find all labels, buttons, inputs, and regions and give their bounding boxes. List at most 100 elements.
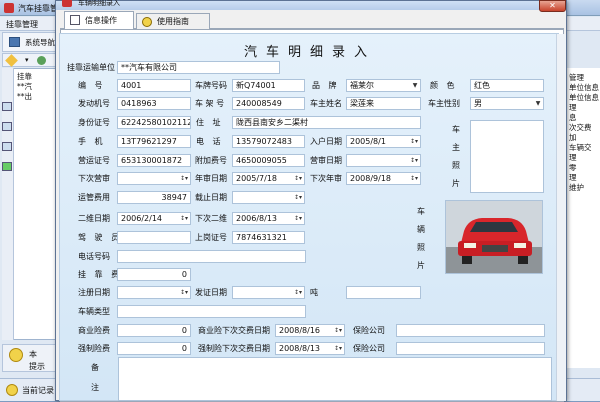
vertical-scrollbar[interactable] — [556, 34, 566, 401]
company-field[interactable]: **汽车有限公司 — [117, 61, 280, 74]
ins-company2-label: 保险公司 — [353, 344, 385, 353]
review-date-picker[interactable]: ↕▾ — [346, 154, 421, 167]
phone-field[interactable]: 13579072483 — [232, 135, 305, 148]
reg-date-picker[interactable]: ↕▾ — [117, 286, 191, 299]
tip-label: 提示 — [29, 362, 45, 371]
compulsory-ins-field[interactable]: 0 — [117, 342, 191, 355]
date-spin-icon[interactable]: ↕▾ — [286, 173, 304, 184]
owner-name-field[interactable]: 梁莲来 — [346, 97, 421, 110]
chevron-down-icon[interactable]: ▼ — [410, 80, 420, 91]
tab-info-operation[interactable]: 信息操作 — [64, 11, 134, 30]
date-spin-icon[interactable]: ↕▾ — [402, 173, 420, 184]
entry-date-picker[interactable]: 2005/8/1 ↕▾ — [346, 135, 421, 148]
color-field[interactable]: 红色 — [470, 79, 544, 92]
date-spin-icon[interactable]: ↕▾ — [172, 213, 190, 224]
vehicle-type-field[interactable] — [117, 305, 306, 318]
list-icon[interactable] — [2, 142, 12, 151]
next-maint-picker[interactable]: 2006/8/13 ↕▾ — [232, 212, 305, 225]
menu-item-manage[interactable]: 挂靠管理 — [6, 19, 38, 30]
car-photo-icon — [446, 201, 542, 273]
driver-field[interactable] — [117, 231, 191, 244]
commercial-next-picker[interactable]: 2008/8/16 ↕▾ — [275, 324, 345, 337]
mobile-label: 手 机 — [78, 137, 106, 146]
license-field[interactable]: 653130001872 — [117, 154, 191, 167]
carry-date-picker[interactable]: ↕▾ — [232, 191, 305, 204]
gender-value: 男 — [474, 99, 482, 108]
compulsory-next-label: 强制险下次交费日期 — [198, 344, 270, 353]
date-spin-icon[interactable]: ↕▾ — [326, 343, 344, 354]
tip-panel: 本 提示 — [2, 344, 58, 372]
chevron-down-icon[interactable]: ▼ — [533, 98, 543, 109]
sheet-icon[interactable] — [2, 162, 12, 171]
commercial-next-value: 2008/8/16 — [279, 326, 321, 335]
commercial-ins-field[interactable]: 0 — [117, 324, 191, 337]
remark-label: 备注 — [91, 363, 99, 392]
owner-photo[interactable] — [470, 120, 544, 193]
engine-field[interactable]: 0418963 — [117, 97, 191, 110]
ins-company2-field[interactable] — [396, 342, 545, 355]
color-label: 颜 色 — [430, 81, 458, 90]
background-window-title: 汽车挂靠管 — [18, 4, 58, 13]
tab-label: 信息操作 — [85, 16, 117, 25]
ins-company1-field[interactable] — [396, 324, 545, 337]
status-bulb-icon — [6, 384, 18, 396]
owner-photo-label: 车主照片 — [452, 125, 460, 188]
next-annual-label: 下次年审 — [310, 174, 342, 183]
date-spin-icon[interactable]: ↕▾ — [172, 287, 190, 298]
tip-extra-text: 本 — [29, 350, 37, 359]
date-spin-icon[interactable]: ↕▾ — [402, 155, 420, 166]
brand-select[interactable]: 福莱尔 ▼ — [346, 79, 421, 92]
carry-date-label: 载止日期 — [195, 193, 227, 202]
cert-date-label: 发证日期 — [195, 288, 227, 297]
owner-name-label: 车主姓名 — [310, 99, 342, 108]
date-spin-icon[interactable]: ↕▾ — [172, 173, 190, 184]
list-item[interactable]: 维护 — [569, 182, 584, 193]
tab-user-guide[interactable]: 使用指南 — [136, 13, 210, 30]
table-icon[interactable] — [2, 102, 12, 111]
vehicle-type-label: 车辆类型 — [78, 307, 110, 316]
dialog-title: 车辆明细录入 — [78, 0, 120, 7]
maint-date-picker[interactable]: 2006/2/14 ↕▾ — [117, 212, 191, 225]
frame-field[interactable]: 240008549 — [232, 97, 305, 110]
company-label: 挂靠运输单位 — [67, 63, 115, 72]
date-spin-icon[interactable]: ↕▾ — [286, 213, 304, 224]
register-field[interactable]: 7874631321 — [232, 231, 305, 244]
date-spin-icon[interactable]: ↕▾ — [326, 325, 344, 336]
date-spin-icon[interactable]: ↕▾ — [402, 136, 420, 147]
mgmt-fee-field[interactable]: 38947 — [117, 191, 191, 204]
plate-label: 车牌号码 — [195, 81, 227, 90]
maint-date-label: 二维日期 — [78, 214, 110, 223]
vehicle-photo[interactable] — [445, 200, 543, 274]
annual-date-value: 2005/7/18 — [236, 174, 278, 183]
phone-label: 电 话 — [196, 137, 224, 146]
date-spin-icon[interactable]: ↕▾ — [286, 192, 304, 203]
mgmt-fee-label: 运管费用 — [78, 193, 110, 202]
card-icon[interactable] — [2, 122, 12, 131]
close-icon: ✕ — [549, 1, 556, 10]
register-label: 上岗证号 — [195, 233, 227, 242]
help-icon — [142, 17, 152, 27]
vehicle-photo-label: 车辆照片 — [417, 207, 425, 270]
address-field[interactable]: 陇西县南安乡二渠村 — [232, 116, 421, 129]
driver-phone-field[interactable] — [117, 250, 306, 263]
mobile-field[interactable]: 13T79621297 — [117, 135, 191, 148]
annual-date-picker[interactable]: 2005/7/18 ↕▾ — [232, 172, 305, 185]
tree-item[interactable]: **出 — [17, 91, 32, 102]
dialog-title-bar: 车辆明细录入 ✕ — [56, 0, 566, 12]
remark-textarea[interactable] — [118, 357, 552, 401]
cert-date-picker[interactable]: ↕▾ — [232, 286, 305, 299]
compulsory-ins-label: 强制险费 — [78, 344, 110, 353]
compulsory-next-picker[interactable]: 2008/8/13 ↕▾ — [275, 342, 345, 355]
next-annual-picker[interactable]: 2008/9/18 ↕▾ — [346, 172, 421, 185]
serial-field[interactable]: 4001 — [117, 79, 191, 92]
side-icon-strip — [2, 68, 14, 340]
plate-field[interactable]: 新Q74001 — [232, 79, 305, 92]
license-label: 营运证号 — [78, 156, 110, 165]
tonnage-field[interactable] — [346, 286, 421, 299]
owner-gender-select[interactable]: 男 ▼ — [470, 97, 544, 110]
date-spin-icon[interactable]: ↕▾ — [286, 287, 304, 298]
extra-fee-field[interactable]: 4650009055 — [232, 154, 305, 167]
next-review-picker[interactable]: ↕▾ — [117, 172, 191, 185]
id-field[interactable]: 622425801021121 — [117, 116, 191, 129]
hang-fee-field[interactable]: 0 — [117, 268, 191, 281]
